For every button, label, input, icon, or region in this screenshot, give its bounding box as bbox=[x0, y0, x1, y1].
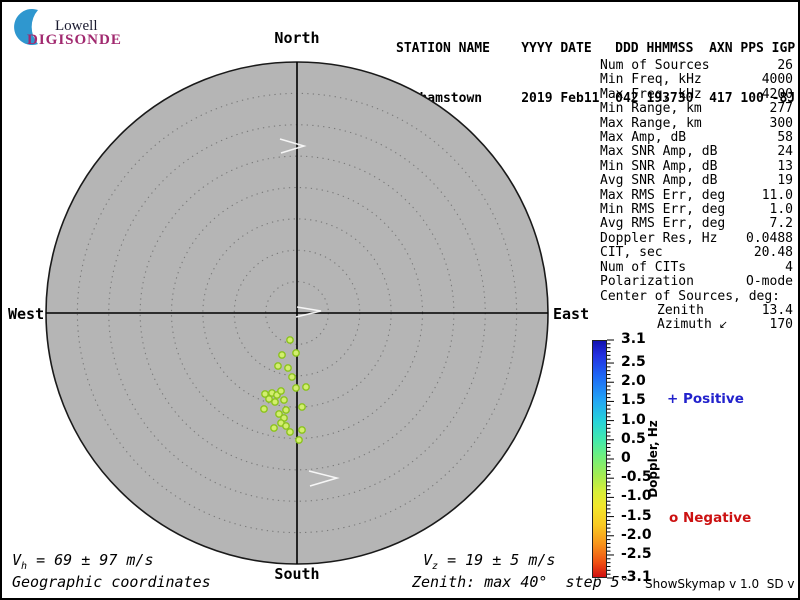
skymap-source-point bbox=[278, 388, 284, 394]
skymap-source-point bbox=[287, 429, 293, 435]
skymap-source-point bbox=[275, 363, 281, 369]
skymap-source-point bbox=[303, 384, 309, 390]
skymap-source-point bbox=[299, 404, 305, 410]
skymap-source-point bbox=[283, 407, 289, 413]
skymap-source-point bbox=[279, 352, 285, 358]
skymap-plot bbox=[0, 0, 800, 600]
skymap-source-point bbox=[296, 437, 302, 443]
skymap-source-point bbox=[271, 425, 277, 431]
skymap-source-point bbox=[283, 423, 289, 429]
skymap-source-point bbox=[285, 365, 291, 371]
skymap-source-point bbox=[261, 406, 267, 412]
skymap-source-point bbox=[281, 397, 287, 403]
skymap-source-point bbox=[293, 350, 299, 356]
skymap-source-point bbox=[289, 374, 295, 380]
skymap-source-point bbox=[287, 337, 293, 343]
skymap-source-point bbox=[293, 385, 299, 391]
skymap-source-point bbox=[299, 427, 305, 433]
skymap-source-point bbox=[272, 399, 278, 405]
